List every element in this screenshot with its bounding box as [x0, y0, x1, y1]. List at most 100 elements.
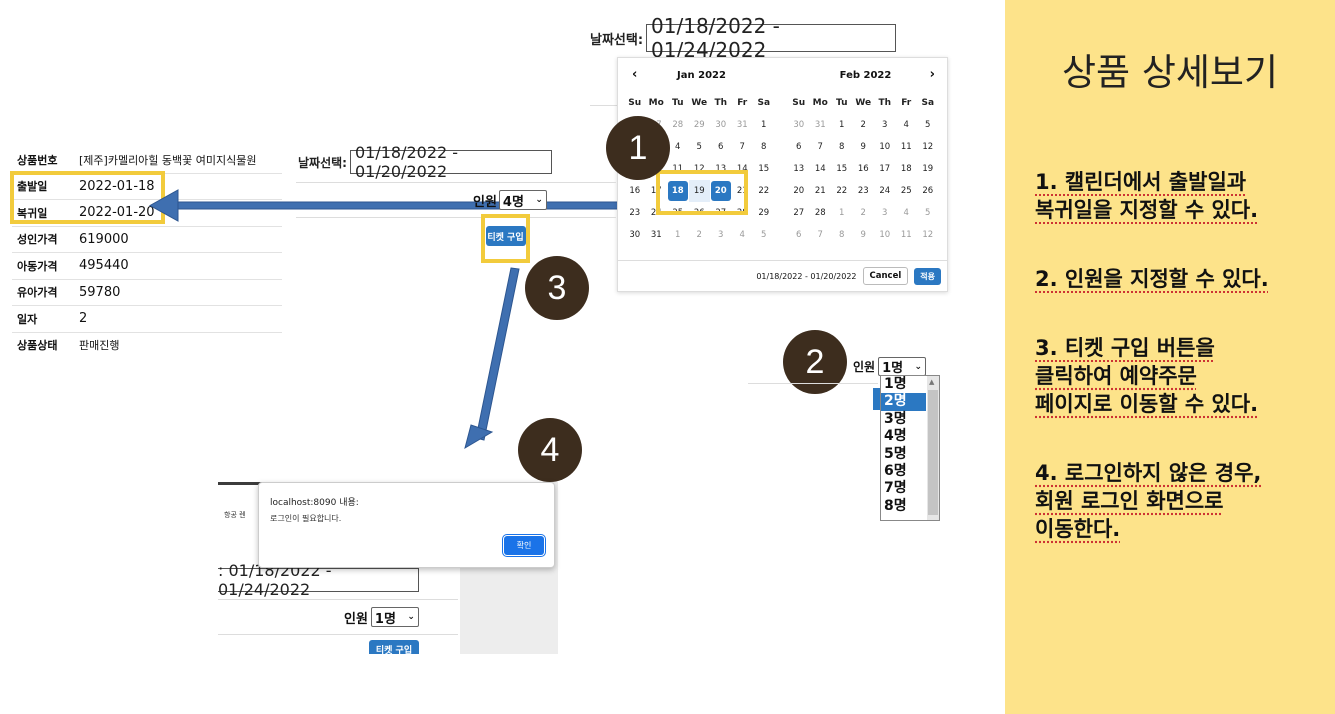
option-2[interactable]: 2명 — [881, 393, 926, 411]
calendar-day[interactable]: 29 — [753, 202, 775, 224]
calendar-day[interactable]: 31 — [646, 224, 668, 246]
calendar-day[interactable]: 1 — [753, 114, 775, 136]
next-month-icon[interactable]: › — [930, 67, 935, 82]
people-dropdown[interactable]: 1명 ⌄ — [370, 607, 419, 627]
calendar-day[interactable]: 16 — [853, 158, 875, 180]
option-7[interactable]: 7명 — [881, 480, 926, 497]
calendar-day[interactable]: 6 — [788, 224, 810, 246]
date-range-input[interactable]: 01/18/2022 - 01/24/2022 — [646, 14, 897, 62]
calendar-day[interactable]: 5 — [689, 136, 711, 158]
mid-people-select: 인원 4명 ⌄ — [473, 190, 547, 210]
people-label: 인원 — [853, 360, 876, 374]
mid-date-picker: 날짜선택: 01/18/2022 - 01/20/2022 — [298, 143, 552, 181]
calendar-day[interactable]: 27 — [788, 202, 810, 224]
weekday-header: Sa — [921, 98, 935, 108]
calendar-day[interactable]: 18 — [896, 158, 918, 180]
calendar-day[interactable]: 12 — [917, 136, 939, 158]
calendar-day[interactable]: 22 — [831, 180, 853, 202]
calendar-day[interactable]: 30 — [710, 114, 732, 136]
calendar-day[interactable]: 4 — [896, 114, 918, 136]
calendar-day[interactable]: 11 — [896, 136, 918, 158]
buy-ticket-button[interactable]: 티켓 구입 — [485, 226, 526, 246]
prev-month-icon[interactable]: ‹ — [632, 67, 637, 82]
calendar-day[interactable]: 4 — [896, 202, 918, 224]
calendar-day[interactable]: 4 — [732, 224, 754, 246]
weekday-header: Th — [878, 98, 892, 108]
calendar-day[interactable]: 8 — [753, 136, 775, 158]
scroll-thumb[interactable] — [928, 390, 938, 515]
calendar-day[interactable]: 31 — [732, 114, 754, 136]
calendar-day[interactable]: 7 — [810, 136, 832, 158]
calendar-day[interactable]: 17 — [874, 158, 896, 180]
option-4[interactable]: 4명 — [881, 428, 926, 445]
calendar-day[interactable]: 10 — [874, 224, 896, 246]
option-1[interactable]: 1명 — [881, 376, 926, 393]
calendar-day[interactable]: 24 — [874, 180, 896, 202]
calendar-day[interactable]: 30 — [788, 114, 810, 136]
calendar-day[interactable]: 29 — [689, 114, 711, 136]
option-3[interactable]: 3명 — [881, 411, 926, 428]
calendar-day[interactable]: 8 — [831, 136, 853, 158]
calendar-day[interactable]: 3 — [874, 202, 896, 224]
calendar-day[interactable]: 23 — [853, 180, 875, 202]
calendar-day[interactable]: 6 — [710, 136, 732, 158]
calendar-day[interactable]: 14 — [810, 158, 832, 180]
calendar-day[interactable]: 3 — [710, 224, 732, 246]
ok-button[interactable]: 확인 — [502, 534, 546, 557]
calendar-day[interactable]: 28 — [667, 114, 689, 136]
calendar-day[interactable]: 11 — [896, 224, 918, 246]
arrow-shaft-1 — [174, 201, 654, 210]
calendar-day[interactable]: 21 — [810, 180, 832, 202]
scrollbar[interactable]: ▲ — [927, 376, 939, 520]
calendar-day[interactable]: 23 — [624, 202, 646, 224]
apply-button[interactable]: 적용 — [914, 267, 941, 285]
option-5[interactable]: 5명 — [881, 446, 926, 463]
calendar-day[interactable]: 25 — [896, 180, 918, 202]
calendar-day[interactable]: 2 — [853, 114, 875, 136]
calendar-day[interactable]: 7 — [810, 224, 832, 246]
calendar-day[interactable]: 3 — [874, 114, 896, 136]
cancel-button[interactable]: Cancel — [862, 267, 909, 285]
option-8[interactable]: 8명 — [881, 498, 926, 515]
calendar-day[interactable]: 2 — [853, 202, 875, 224]
buy-ticket-button[interactable]: 티켓 구입 — [369, 640, 419, 654]
calendar-day[interactable]: 9 — [853, 136, 875, 158]
date-label: 날짜선택: — [298, 155, 347, 170]
calendar-day[interactable]: 5 — [753, 224, 775, 246]
calendar-day[interactable]: 8 — [831, 224, 853, 246]
calendar-day[interactable]: 1 — [831, 202, 853, 224]
calendar-day[interactable]: 19 — [917, 158, 939, 180]
option-6[interactable]: 6명 — [881, 463, 926, 480]
calendar-day[interactable]: 15 — [753, 158, 775, 180]
nav-menu-text[interactable]: 항공 렌 — [224, 510, 246, 520]
calendar-day[interactable]: 5 — [917, 114, 939, 136]
calendar-day[interactable]: 22 — [753, 180, 775, 202]
calendar-day[interactable]: 1 — [831, 114, 853, 136]
calendar-day[interactable]: 15 — [831, 158, 853, 180]
step-badge-2: 2 — [783, 330, 847, 394]
calendar-day[interactable]: 7 — [732, 136, 754, 158]
people-dropdown[interactable]: 1명 ⌄ — [878, 357, 927, 376]
calendar-day[interactable]: 9 — [853, 224, 875, 246]
calendar-day[interactable]: 5 — [917, 202, 939, 224]
calendar-day[interactable]: 12 — [917, 224, 939, 246]
scroll-up-icon[interactable]: ▲ — [929, 378, 934, 386]
calendar-day[interactable]: 13 — [788, 158, 810, 180]
date-range-input[interactable]: : 01/18/2022 - 01/24/2022 — [218, 561, 419, 599]
calendar-day[interactable]: 1 — [667, 224, 689, 246]
date-range-input[interactable]: 01/18/2022 - 01/20/2022 — [349, 143, 552, 181]
weekday-header: Sa — [757, 98, 771, 108]
calendar-day[interactable]: 4 — [667, 136, 689, 158]
calendar-day[interactable]: 31 — [810, 114, 832, 136]
chevron-down-icon: ⌄ — [407, 612, 415, 622]
calendar-day[interactable]: 20 — [788, 180, 810, 202]
calendar-day[interactable]: 28 — [810, 202, 832, 224]
calendar-day[interactable]: 16 — [624, 180, 646, 202]
calendar-day[interactable]: 2 — [689, 224, 711, 246]
calendar-day[interactable]: 6 — [788, 136, 810, 158]
calendar-day[interactable]: 26 — [917, 180, 939, 202]
people-dropdown[interactable]: 4명 ⌄ — [498, 190, 547, 210]
month-label: Feb 2022 — [839, 69, 892, 81]
calendar-day[interactable]: 30 — [624, 224, 646, 246]
calendar-day[interactable]: 10 — [874, 136, 896, 158]
